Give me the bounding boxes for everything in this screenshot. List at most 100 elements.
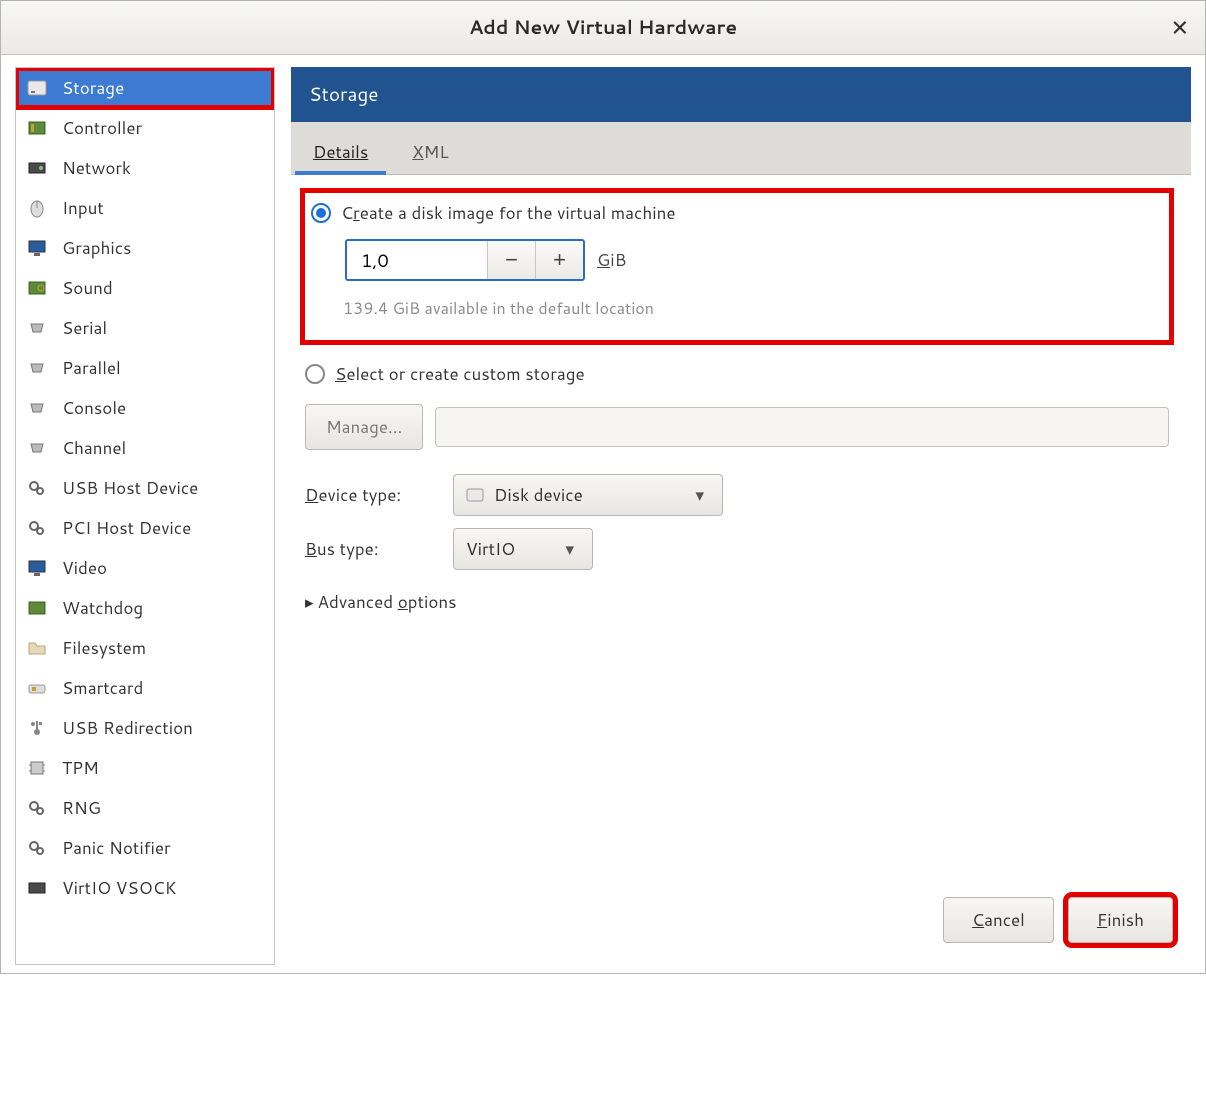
dialog-window: Add New Virtual Hardware ✕ Storage Contr… <box>0 0 1206 974</box>
sidebar-item-pci-host[interactable]: PCI Host Device <box>16 508 274 548</box>
sidebar-item-label: Filesystem <box>62 636 146 660</box>
sidebar-item-label: Panic Notifier <box>62 836 171 860</box>
disk-size-input[interactable] <box>347 241 487 279</box>
sidebar-item-label: Channel <box>62 436 126 460</box>
sidebar-item-sound[interactable]: Sound <box>16 268 274 308</box>
sound-icon <box>26 277 48 299</box>
nic-icon <box>26 877 48 899</box>
disk-size-spinbox: − + <box>345 239 585 281</box>
sidebar-item-label: RNG <box>62 796 101 820</box>
device-type-row: Device type: Disk device ▾ <box>305 474 1169 516</box>
radio-create-disk[interactable]: Create a disk image for the virtual mach… <box>311 201 1163 225</box>
advanced-options-expander[interactable]: ▸ Advanced options <box>305 590 1169 614</box>
sidebar-item-label: Sound <box>62 276 113 300</box>
sidebar-item-channel[interactable]: Channel <box>16 428 274 468</box>
gears-icon <box>26 797 48 819</box>
sidebar-item-label: Network <box>62 156 131 180</box>
dialog-body: Storage Controller Network Input Graphic… <box>1 55 1205 973</box>
disk-icon <box>26 77 48 99</box>
card-icon <box>26 597 48 619</box>
mouse-icon <box>26 197 48 219</box>
sidebar-item-video[interactable]: Video <box>16 548 274 588</box>
sidebar-item-usb-redir[interactable]: USB Redirection <box>16 708 274 748</box>
port-icon <box>26 317 48 339</box>
card-icon <box>26 117 48 139</box>
sidebar-item-label: Storage <box>62 76 124 100</box>
sidebar-item-label: Serial <box>62 316 107 340</box>
bus-type-combo[interactable]: VirtIO ▾ <box>453 528 593 570</box>
sidebar-item-label: Input <box>62 196 104 220</box>
sidebar-item-tpm[interactable]: TPM <box>16 748 274 788</box>
sidebar-item-label: Controller <box>62 116 142 140</box>
sidebar-item-serial[interactable]: Serial <box>16 308 274 348</box>
gears-icon <box>26 517 48 539</box>
port-icon <box>26 437 48 459</box>
port-icon <box>26 397 48 419</box>
sidebar-item-parallel[interactable]: Parallel <box>16 348 274 388</box>
sidebar-item-controller[interactable]: Controller <box>16 108 274 148</box>
sidebar-item-filesystem[interactable]: Filesystem <box>16 628 274 668</box>
window-title: Add New Virtual Hardware <box>469 14 737 41</box>
port-icon <box>26 357 48 379</box>
sidebar-item-label: Parallel <box>62 356 121 380</box>
radio-label: Create a disk image for the virtual mach… <box>341 201 676 225</box>
tab-details[interactable]: Details <box>291 132 390 174</box>
sidebar-item-storage[interactable]: Storage <box>16 68 274 108</box>
radio-custom-storage[interactable]: Select or create custom storage <box>305 362 1169 386</box>
sidebar-item-console[interactable]: Console <box>16 388 274 428</box>
sidebar-item-label: TPM <box>62 756 99 780</box>
combo-value: Disk device <box>494 483 583 507</box>
usb-icon <box>26 717 48 739</box>
sidebar-item-label: Console <box>62 396 126 420</box>
display-icon <box>26 557 48 579</box>
triangle-right-icon: ▸ <box>305 590 314 614</box>
tab-label: XML <box>412 140 448 164</box>
finish-button[interactable]: Finish <box>1068 897 1173 943</box>
finish-highlight: Finish <box>1068 897 1173 943</box>
sidebar-item-panic[interactable]: Panic Notifier <box>16 828 274 868</box>
disk-icon <box>466 486 484 504</box>
available-space-hint: 139.4 GiB available in the default locat… <box>343 297 1163 320</box>
sidebar-item-graphics[interactable]: Graphics <box>16 228 274 268</box>
sidebar-item-label: PCI Host Device <box>62 516 191 540</box>
nic-icon <box>26 157 48 179</box>
gears-icon <box>26 837 48 859</box>
radio-icon[interactable] <box>305 364 325 384</box>
sidebar-item-vsock[interactable]: VirtIO VSOCK <box>16 868 274 908</box>
combo-value: VirtIO <box>466 537 515 561</box>
spin-plus-button[interactable]: + <box>535 241 583 279</box>
device-type-combo[interactable]: Disk device ▾ <box>453 474 723 516</box>
display-icon <box>26 237 48 259</box>
panel-header-title: Storage <box>291 67 1191 122</box>
chevron-down-icon: ▾ <box>565 537 574 561</box>
create-disk-section: Create a disk image for the virtual mach… <box>305 193 1169 340</box>
sidebar-item-label: USB Host Device <box>62 476 198 500</box>
sidebar-item-label: Smartcard <box>62 676 143 700</box>
manage-button[interactable]: Manage... <box>305 404 423 450</box>
hardware-sidebar: Storage Controller Network Input Graphic… <box>15 67 275 965</box>
titlebar: Add New Virtual Hardware ✕ <box>1 1 1205 55</box>
cancel-button[interactable]: Cancel <box>943 897 1054 943</box>
spin-minus-button[interactable]: − <box>487 241 535 279</box>
sidebar-item-network[interactable]: Network <box>16 148 274 188</box>
radio-icon[interactable] <box>311 203 331 223</box>
bus-type-row: Bus type: VirtIO ▾ <box>305 528 1169 570</box>
sidebar-item-rng[interactable]: RNG <box>16 788 274 828</box>
disclosure-label: Advanced options <box>318 590 457 614</box>
sidebar-item-label: USB Redirection <box>62 716 193 740</box>
bus-type-label: Bus type: <box>305 537 435 561</box>
main-panel: Storage Details XML Create a disk image … <box>291 67 1191 965</box>
sidebar-item-usb-host[interactable]: USB Host Device <box>16 468 274 508</box>
folder-icon <box>26 637 48 659</box>
sidebar-item-input[interactable]: Input <box>16 188 274 228</box>
chevron-down-icon: ▾ <box>695 483 704 507</box>
sidebar-item-watchdog[interactable]: Watchdog <box>16 588 274 628</box>
tab-xml[interactable]: XML <box>390 132 470 174</box>
sidebar-item-smartcard[interactable]: Smartcard <box>16 668 274 708</box>
gears-icon <box>26 477 48 499</box>
device-type-label: Device type: <box>305 483 435 507</box>
close-icon[interactable]: ✕ <box>1171 12 1189 43</box>
storage-path-field[interactable] <box>435 407 1169 447</box>
disk-size-unit: GiB <box>597 248 626 272</box>
sidebar-item-label: Graphics <box>62 236 131 260</box>
